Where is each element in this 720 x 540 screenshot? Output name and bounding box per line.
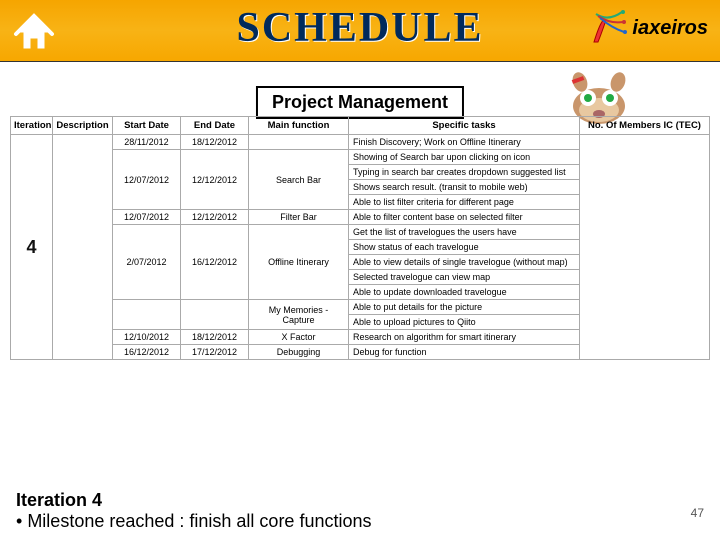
start-date-cell: 12/10/2012 (113, 330, 181, 345)
table-row: 428/11/201218/12/2012Finish Discovery; W… (11, 135, 710, 150)
start-date-cell: 2/07/2012 (113, 225, 181, 300)
brand-mark-icon (588, 8, 628, 48)
col-iteration: Iteration (11, 117, 53, 135)
main-function-cell: Filter Bar (249, 210, 349, 225)
brand-text: iaxeiros (632, 17, 708, 40)
end-date-cell: 16/12/2012 (181, 225, 249, 300)
col-members: No. Of Members IC (TEC) (580, 117, 710, 135)
schedule-table-wrap: Iteration Description Start Date End Dat… (10, 116, 710, 360)
end-date-cell: 12/12/2012 (181, 210, 249, 225)
page-number: 47 (691, 506, 704, 520)
start-date-cell: 28/11/2012 (113, 135, 181, 150)
task-cell: Able to view details of single travelogu… (349, 255, 580, 270)
task-cell: Finish Discovery; Work on Offline Itiner… (349, 135, 580, 150)
task-cell: Able to upload pictures to Qiito (349, 315, 580, 330)
task-cell: Able to update downloaded travelogue (349, 285, 580, 300)
start-date-cell: 12/07/2012 (113, 150, 181, 210)
task-cell: Able to list filter criteria for differe… (349, 195, 580, 210)
home-icon[interactable] (8, 4, 60, 56)
col-description: Description (53, 117, 113, 135)
task-cell: Able to put details for the picture (349, 300, 580, 315)
header: SCHEDULE iaxeiros (0, 0, 720, 62)
page-title: SCHEDULE (236, 4, 483, 52)
main-function-cell: Search Bar (249, 150, 349, 210)
end-date-cell: 17/12/2012 (181, 345, 249, 360)
task-cell: Show status of each travelogue (349, 240, 580, 255)
footer-bullet: • Milestone reached : finish all core fu… (16, 511, 372, 532)
end-date-cell: 12/12/2012 (181, 150, 249, 210)
footer-notes: Iteration 4 • Milestone reached : finish… (16, 490, 372, 532)
main-function-cell: Debugging (249, 345, 349, 360)
table-body: 428/11/201218/12/2012Finish Discovery; W… (11, 135, 710, 360)
task-cell: Able to filter content base on selected … (349, 210, 580, 225)
main-function-cell (249, 135, 349, 150)
col-start-date: Start Date (113, 117, 181, 135)
start-date-cell: 12/07/2012 (113, 210, 181, 225)
end-date-cell: 18/12/2012 (181, 135, 249, 150)
task-cell: Selected travelogue can view map (349, 270, 580, 285)
main-function-cell: Offline Itinerary (249, 225, 349, 300)
end-date-cell: 18/12/2012 (181, 330, 249, 345)
footer-heading: Iteration 4 (16, 490, 372, 511)
iteration-cell: 4 (11, 135, 53, 360)
main-function-cell: My Memories - Capture (249, 300, 349, 330)
task-cell: Shows search result. (transit to mobile … (349, 180, 580, 195)
col-specific-tasks: Specific tasks (349, 117, 580, 135)
description-cell (53, 135, 113, 360)
col-main-function: Main function (249, 117, 349, 135)
callout-box: Project Management (256, 86, 464, 119)
callout-label: Project Management (272, 92, 448, 112)
brand-logo: iaxeiros (588, 8, 708, 48)
footer-bullet-text: Milestone reached : finish all core func… (27, 511, 371, 531)
end-date-cell (181, 300, 249, 330)
main-function-cell: X Factor (249, 330, 349, 345)
start-date-cell: 16/12/2012 (113, 345, 181, 360)
task-cell: Research on algorithm for smart itinerar… (349, 330, 580, 345)
start-date-cell (113, 300, 181, 330)
task-cell: Get the list of travelogues the users ha… (349, 225, 580, 240)
members-cell (580, 135, 710, 360)
table-header-row: Iteration Description Start Date End Dat… (11, 117, 710, 135)
task-cell: Debug for function (349, 345, 580, 360)
task-cell: Showing of Search bar upon clicking on i… (349, 150, 580, 165)
col-end-date: End Date (181, 117, 249, 135)
schedule-table: Iteration Description Start Date End Dat… (10, 116, 710, 360)
task-cell: Typing in search bar creates dropdown su… (349, 165, 580, 180)
